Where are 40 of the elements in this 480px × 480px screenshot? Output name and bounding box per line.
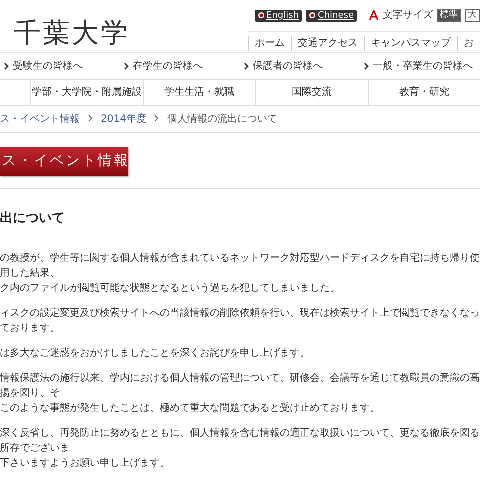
paragraph-text: 情報保護法の施行以来、学内における個人情報の管理について、研修会、会議等を通じて教職員の意識の高揚を図り、そ bbox=[0, 372, 480, 400]
main-nav-item[interactable]: 学生生活・就職 bbox=[142, 80, 255, 105]
main-nav-item[interactable]: 国際交流 bbox=[255, 80, 368, 105]
font-size-option[interactable]: 大 bbox=[465, 9, 480, 22]
section-banner: ス・イベント情報 bbox=[0, 147, 128, 176]
audience-link[interactable]: 受験生の皆様へ bbox=[0, 58, 120, 74]
font-size-icon bbox=[369, 10, 379, 21]
paragraph-text: は多大なご迷惑をおかけしましたことを深くお詫びを申し上げます。 bbox=[0, 346, 311, 360]
utility-link[interactable]: キャンパスマップ bbox=[364, 36, 457, 51]
university-logo[interactable]: 千葉大学 bbox=[0, 0, 130, 52]
chevron-icon bbox=[124, 62, 129, 70]
audience-link[interactable]: 一般・卒業生の皆様へ bbox=[360, 58, 480, 74]
font-size-option[interactable]: 標準 bbox=[437, 9, 461, 22]
paragraph-text: の教授が、学生等に関する個人情報が含まれているネットワーク対応型ハードディスクを自宅に持ち帰り使用した結果、 bbox=[0, 252, 480, 280]
breadcrumb-current: 個人情報の流出について bbox=[167, 112, 278, 126]
utility-link[interactable]: 交通アクセス bbox=[291, 36, 364, 51]
audience-link[interactable]: 保護者の皆様へ bbox=[240, 58, 360, 74]
paragraph-text: 深く反省し、再発防止に努めるとともに、個人情報を含む情報の適正な取扱いについて、更なる徹底を図る所存でございま bbox=[0, 426, 480, 456]
language-button[interactable]: Chinese bbox=[306, 10, 357, 22]
audience-link[interactable]: 在学生の皆様へ bbox=[120, 58, 240, 74]
paragraph-text: ク内のファイルが閲覧可能な状態となるという過ちを犯してしまいました。 bbox=[0, 282, 341, 296]
chevron-icon bbox=[244, 62, 249, 70]
paragraph-text: このような事態が発生したことは、極めて重大な問題であると受け止めております。 bbox=[0, 402, 381, 416]
breadcrumb-chevron-icon bbox=[154, 115, 160, 123]
breadcrumb-link[interactable]: ス・イベント情報 bbox=[0, 112, 80, 126]
utility-link[interactable]: お bbox=[457, 36, 480, 51]
breadcrumb-link[interactable]: 2014年度 bbox=[101, 112, 146, 126]
utility-link[interactable]: ホーム bbox=[248, 36, 291, 51]
main-nav-item[interactable]: 教育・研究 bbox=[368, 80, 480, 105]
chevron-icon bbox=[4, 62, 9, 70]
article-title: 出について bbox=[0, 210, 66, 228]
breadcrumb-chevron-icon bbox=[88, 115, 93, 123]
font-size-label: 文字サイズ bbox=[383, 8, 433, 23]
paragraph-text: ィスクの設定変更及び検索サイトへの当該情報の削除依頼を行い、現在は検索サイト上で閲覧できなくなっております。 bbox=[0, 306, 480, 336]
dot-icon bbox=[309, 12, 316, 19]
main-nav-item[interactable]: 学部・大学院・附属施設 bbox=[30, 80, 142, 105]
chevron-icon bbox=[364, 62, 369, 70]
language-button[interactable]: English bbox=[254, 10, 302, 22]
paragraph-text: 下さいますようお願い申し上げます。 bbox=[0, 456, 171, 470]
dot-icon bbox=[258, 12, 265, 19]
